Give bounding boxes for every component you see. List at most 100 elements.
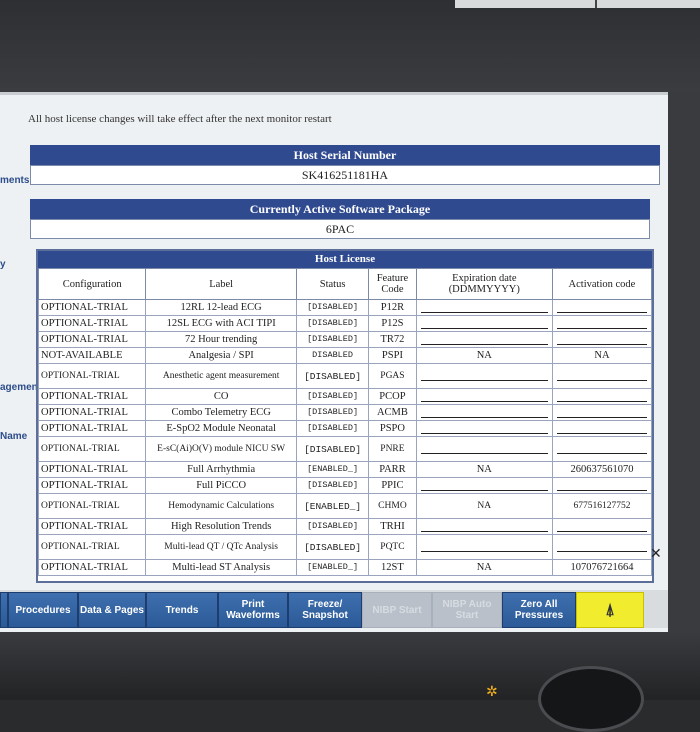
- table-row[interactable]: OPTIONAL-TRIAL Combo Telemetry ECG [DISABL…: [38, 404, 652, 421]
- feature-code-cell: PPIC: [368, 477, 417, 494]
- expiration-cell[interactable]: [415, 477, 553, 494]
- activation-cell[interactable]: 260637561070: [551, 461, 652, 478]
- host-license-table: Host License Configuration Label Status …: [36, 249, 654, 583]
- entry-underline: [556, 408, 647, 418]
- activation-cell[interactable]: [551, 436, 652, 462]
- table-row[interactable]: OPTIONAL-TRIAL High Resolution Trends [DIS…: [38, 518, 652, 535]
- config-cell: OPTIONAL-TRIAL: [38, 461, 147, 478]
- activation-cell[interactable]: NA: [551, 347, 652, 364]
- status-cell: [DISABLED]: [295, 299, 370, 316]
- col-feature-code: Feature Code: [368, 268, 417, 300]
- table-row[interactable]: NOT-AVAILABLE Analgesia / SPI DISABLED PSPI…: [38, 347, 652, 364]
- activation-cell[interactable]: [551, 420, 652, 437]
- activation-cell[interactable]: [551, 299, 652, 316]
- expiration-cell[interactable]: [415, 534, 553, 560]
- config-cell: NOT-AVAILABLE: [38, 347, 147, 364]
- host-serial-value: SK416251181HA: [30, 165, 660, 185]
- expiration-cell[interactable]: NA: [415, 559, 553, 576]
- expiration-cell[interactable]: NA: [415, 461, 553, 478]
- restart-notice: All host license changes will take effec…: [28, 113, 332, 125]
- expiration-cell[interactable]: [415, 388, 553, 405]
- alarm-silence-button[interactable]: ⍋: [576, 592, 644, 628]
- trim-knob[interactable]: [538, 666, 644, 732]
- feature-code-cell: PNRE: [368, 436, 417, 462]
- monitor-bezel-right: [668, 92, 700, 632]
- status-cell: [DISABLED]: [295, 331, 370, 348]
- activation-cell[interactable]: [551, 331, 652, 348]
- softkey-4[interactable]: Print Waveforms: [218, 592, 288, 628]
- expiration-cell[interactable]: NA: [415, 493, 553, 519]
- sidebar-label-2[interactable]: agement: [0, 382, 41, 393]
- expiration-cell[interactable]: [415, 420, 553, 437]
- table-row[interactable]: OPTIONAL-TRIAL 12RL 12-lead ECG [DISABLED]…: [38, 299, 652, 316]
- status-cell: [ENABLED_]: [295, 559, 370, 576]
- expiration-cell[interactable]: [415, 299, 553, 316]
- activation-cell[interactable]: 677516127752: [551, 493, 652, 519]
- status-cell: [DISABLED]: [295, 534, 370, 560]
- config-cell: OPTIONAL-TRIAL: [38, 534, 147, 560]
- label-cell: CO: [145, 388, 297, 405]
- license-grid: Configuration Label Status Feature Code …: [38, 268, 652, 576]
- status-cell: [DISABLED]: [295, 363, 370, 389]
- label-cell: Combo Telemetry ECG: [145, 404, 297, 421]
- entry-underline: [556, 444, 647, 454]
- status-cell: [DISABLED]: [295, 420, 370, 437]
- label-cell: 12RL 12-lead ECG: [145, 299, 297, 316]
- expiration-cell[interactable]: NA: [415, 347, 553, 364]
- activation-cell[interactable]: [551, 388, 652, 405]
- table-row[interactable]: OPTIONAL-TRIAL Hemodynamic Calculations [E…: [38, 493, 652, 519]
- expiration-cell[interactable]: [415, 331, 553, 348]
- expiration-cell[interactable]: [415, 436, 553, 462]
- softkey-8[interactable]: Zero All Pressures: [502, 592, 576, 628]
- softkey-3[interactable]: Trends: [146, 592, 218, 628]
- expiration-cell[interactable]: [415, 518, 553, 535]
- feature-code-cell: CHMO: [368, 493, 417, 519]
- label-cell: E-sC(Ai)O(V) module NICU SW: [145, 436, 297, 462]
- sidebar-label-3[interactable]: Name: [0, 431, 27, 442]
- table-row[interactable]: OPTIONAL-TRIAL Full Arrhythmia [ENABLED_] P…: [38, 461, 652, 478]
- expiration-cell[interactable]: [415, 363, 553, 389]
- label-cell: Analgesia / SPI: [145, 347, 297, 364]
- sidebar-label-1[interactable]: y: [0, 259, 6, 270]
- activation-cell[interactable]: [551, 518, 652, 535]
- softkey-0[interactable]: [0, 592, 8, 628]
- label-cell: 12SL ECG with ACI TIPI: [145, 315, 297, 332]
- entry-underline: [420, 371, 548, 381]
- software-package-value: 6PAC: [30, 219, 650, 239]
- bezel-glare: [455, 0, 700, 8]
- config-cell: OPTIONAL-TRIAL: [38, 331, 147, 348]
- softkey-5[interactable]: Freeze/ Snapshot: [288, 592, 362, 628]
- softkey-7[interactable]: NIBP Auto Start: [432, 592, 502, 628]
- activation-cell[interactable]: [551, 363, 652, 389]
- sidebar-label-0[interactable]: ments: [0, 175, 29, 186]
- table-row[interactable]: OPTIONAL-TRIAL Full PiCCO [DISABLED] PPIC: [38, 477, 652, 494]
- table-row[interactable]: OPTIONAL-TRIAL Anesthetic agent measureme…: [38, 363, 652, 389]
- table-row[interactable]: OPTIONAL-TRIAL E-SpO2 Module Neonatal [DIS…: [38, 420, 652, 437]
- expiration-cell[interactable]: [415, 315, 553, 332]
- activation-cell[interactable]: [551, 477, 652, 494]
- table-row[interactable]: OPTIONAL-TRIAL Multi-lead QT / QTc Analys…: [38, 534, 652, 560]
- entry-underline: [556, 424, 647, 434]
- entry-underline: [556, 522, 647, 532]
- table-row[interactable]: OPTIONAL-TRIAL 72 Hour trending [DISABLED]…: [38, 331, 652, 348]
- status-cell: [DISABLED]: [295, 315, 370, 332]
- table-row[interactable]: OPTIONAL-TRIAL Multi-lead ST Analysis [ENA…: [38, 559, 652, 576]
- close-icon[interactable]: ✕: [650, 545, 662, 562]
- config-cell: OPTIONAL-TRIAL: [38, 315, 147, 332]
- table-row[interactable]: OPTIONAL-TRIAL E-sC(Ai)O(V) module NICU S…: [38, 436, 652, 462]
- expiration-cell[interactable]: [415, 404, 553, 421]
- host-serial-section: Host Serial Number SK416251181HA: [30, 145, 660, 185]
- activation-cell[interactable]: [551, 534, 652, 560]
- activation-cell[interactable]: [551, 315, 652, 332]
- activation-cell[interactable]: [551, 404, 652, 421]
- softkey-6[interactable]: NIBP Start: [362, 592, 432, 628]
- table-row[interactable]: OPTIONAL-TRIAL CO [DISABLED] PCOP: [38, 388, 652, 405]
- entry-underline: [420, 335, 548, 345]
- table-row[interactable]: OPTIONAL-TRIAL 12SL ECG with ACI TIPI [DIS…: [38, 315, 652, 332]
- softkey-2[interactable]: Data & Pages: [78, 592, 146, 628]
- activation-cell[interactable]: 107076721664: [551, 559, 652, 576]
- softkey-1[interactable]: Procedures: [8, 592, 78, 628]
- label-cell: Multi-lead QT / QTc Analysis: [145, 534, 297, 560]
- software-package-section: Currently Active Software Package 6PAC: [30, 199, 650, 239]
- host-license-title: Host License: [38, 251, 652, 268]
